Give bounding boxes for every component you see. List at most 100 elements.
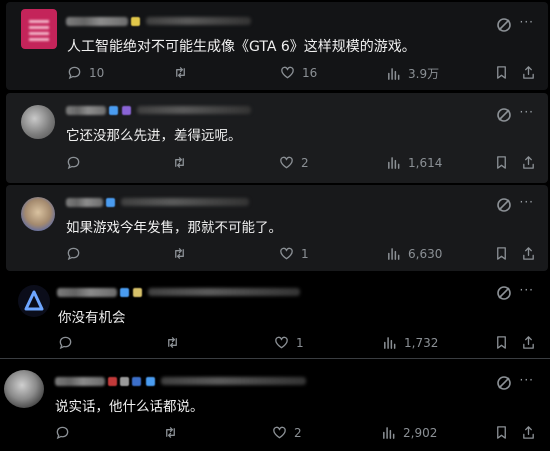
repost-icon — [168, 337, 177, 348]
like-button[interactable]: 1 — [274, 335, 304, 350]
emoji-badge — [120, 377, 129, 386]
repost-button[interactable] — [163, 425, 185, 440]
avatar[interactable] — [21, 197, 55, 231]
reply-button[interactable] — [66, 155, 88, 170]
bookmark-icon — [497, 247, 506, 260]
like-count: 2 — [294, 425, 302, 440]
reply-icon — [67, 247, 80, 261]
share-button[interactable] — [521, 65, 536, 80]
post-1[interactable]: 人工智能绝对不可能生成像《GTA 6》这样规模的游戏。 ··· 10 16 3.… — [0, 0, 550, 93]
reply-icon — [56, 426, 69, 440]
avatar[interactable] — [18, 285, 50, 317]
bookmark-button[interactable] — [494, 335, 509, 350]
views-icon — [384, 337, 396, 349]
reply-button[interactable]: 10 — [67, 65, 104, 80]
grok-icon[interactable] — [496, 107, 512, 123]
like-count: 1 — [296, 335, 304, 350]
view-count: 6,630 — [408, 246, 443, 261]
like-button[interactable]: 16 — [280, 65, 317, 80]
views-icon — [383, 427, 395, 439]
repost-button[interactable] — [172, 246, 194, 261]
avatar-logo — [24, 290, 44, 311]
share-button[interactable] — [521, 246, 536, 261]
grok-icon[interactable] — [496, 17, 512, 33]
reply-icon — [67, 156, 80, 170]
reply-button[interactable] — [55, 425, 77, 440]
views-button[interactable]: 1,614 — [386, 155, 442, 170]
repost-button[interactable] — [172, 155, 194, 170]
more-icon[interactable]: ··· — [520, 195, 534, 209]
share-icon — [523, 426, 534, 439]
share-button[interactable] — [521, 425, 536, 440]
author-name[interactable] — [66, 17, 128, 26]
views-button[interactable]: 2,902 — [381, 425, 437, 440]
repost-icon — [166, 427, 175, 438]
bookmark-button[interactable] — [494, 155, 509, 170]
verified-badge — [106, 198, 115, 207]
share-button[interactable] — [521, 155, 536, 170]
verified-badge — [120, 288, 129, 297]
post-text: 它还没那么先进，差得远呢。 — [66, 128, 242, 144]
like-count: 1 — [301, 246, 309, 261]
more-icon[interactable]: ··· — [520, 283, 534, 297]
post-text: 如果游戏今年发售，那就不可能了。 — [66, 220, 282, 236]
like-button[interactable]: 2 — [279, 155, 309, 170]
heart-icon — [275, 336, 288, 349]
repost-button[interactable] — [165, 335, 187, 350]
action-bar: 2 2,902 — [0, 425, 550, 443]
bookmark-button[interactable] — [494, 246, 509, 261]
share-icon — [523, 247, 534, 260]
author-name[interactable] — [55, 377, 105, 386]
heart-icon — [273, 426, 286, 439]
divider — [0, 358, 550, 359]
more-icon[interactable]: ··· — [520, 105, 534, 119]
verified-badge — [146, 377, 155, 386]
action-bar: 2 1,614 — [0, 155, 550, 173]
affiliate-badge — [133, 288, 142, 297]
reply-button[interactable] — [58, 335, 80, 350]
bookmark-button[interactable] — [494, 425, 509, 440]
post-3[interactable]: 如果游戏今年发售，那就不可能了。 ··· 1 6,630 — [0, 185, 550, 273]
avatar[interactable] — [21, 105, 55, 139]
view-count: 2,902 — [403, 425, 438, 440]
author-name[interactable] — [66, 106, 106, 115]
verified-badge — [131, 17, 140, 26]
emoji-badge — [132, 377, 141, 386]
heart-icon — [280, 156, 293, 169]
reply-button[interactable] — [66, 246, 88, 261]
like-count: 16 — [302, 65, 318, 80]
repost-button[interactable] — [173, 65, 195, 80]
grok-icon[interactable] — [496, 375, 512, 391]
views-icon — [388, 68, 400, 80]
post-4[interactable]: 你没有机会 ··· 1 1,732 — [0, 273, 550, 358]
avatar[interactable] — [4, 370, 44, 408]
avatar-pattern — [29, 17, 49, 41]
reply-count: 10 — [89, 65, 105, 80]
like-button[interactable]: 1 — [279, 246, 309, 261]
action-bar: 1 6,630 — [0, 246, 550, 264]
author-handle — [161, 377, 306, 385]
post-text: 你没有机会 — [58, 310, 126, 326]
views-button[interactable]: 6,630 — [386, 246, 442, 261]
author-name[interactable] — [66, 198, 103, 207]
avatar[interactable] — [21, 9, 57, 49]
repost-icon — [175, 157, 184, 168]
like-button[interactable]: 2 — [272, 425, 302, 440]
views-button[interactable]: 3.9万 — [386, 65, 439, 82]
repost-icon — [176, 67, 185, 78]
post-2[interactable]: 它还没那么先进，差得远呢。 ··· 2 1,614 — [0, 93, 550, 185]
verified-badge — [109, 106, 118, 115]
share-button[interactable] — [521, 335, 536, 350]
more-icon[interactable]: ··· — [520, 373, 534, 387]
author-name[interactable] — [57, 288, 117, 297]
emoji-badge — [108, 377, 117, 386]
views-button[interactable]: 1,732 — [382, 335, 438, 350]
more-icon[interactable]: ··· — [520, 15, 534, 29]
grok-icon[interactable] — [496, 285, 512, 301]
post-5[interactable]: 说实话，他什么话都说。 ··· 2 2,902 — [0, 360, 550, 451]
bookmark-icon — [497, 426, 506, 439]
grok-icon[interactable] — [496, 197, 512, 213]
view-count: 1,732 — [404, 335, 439, 350]
bookmark-button[interactable] — [494, 65, 509, 80]
share-icon — [523, 66, 534, 79]
